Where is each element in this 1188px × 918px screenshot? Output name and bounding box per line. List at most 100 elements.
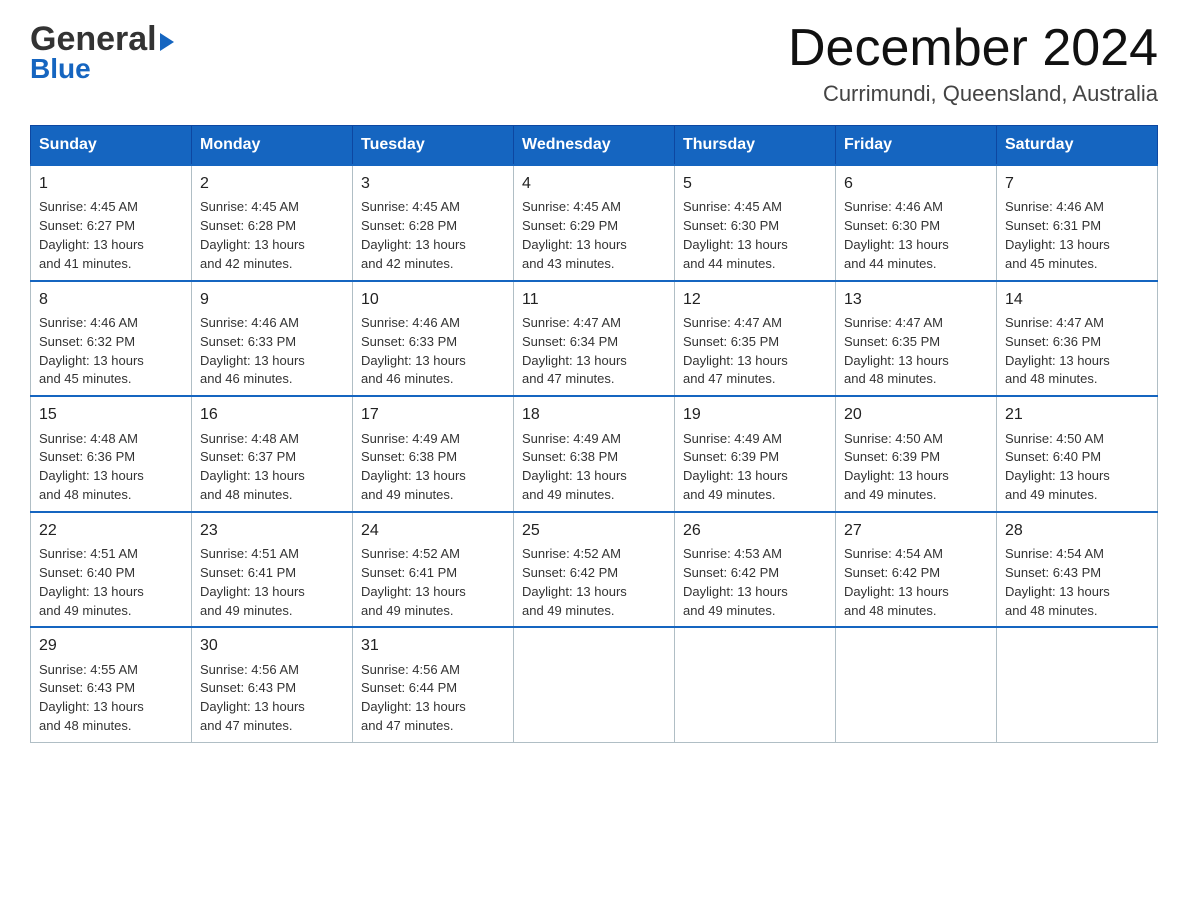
week-row-5: 29 Sunrise: 4:55 AMSunset: 6:43 PMDayligh… [31,627,1158,742]
day-info: Sunrise: 4:53 AMSunset: 6:42 PMDaylight:… [683,546,788,618]
day-number: 31 [361,634,505,657]
calendar-cell: 22 Sunrise: 4:51 AMSunset: 6:40 PMDayligh… [31,512,192,628]
day-number: 13 [844,288,988,311]
day-info: Sunrise: 4:45 AMSunset: 6:29 PMDaylight:… [522,199,627,271]
day-info: Sunrise: 4:51 AMSunset: 6:41 PMDaylight:… [200,546,305,618]
day-info: Sunrise: 4:46 AMSunset: 6:31 PMDaylight:… [1005,199,1110,271]
calendar-cell: 10 Sunrise: 4:46 AMSunset: 6:33 PMDayligh… [353,281,514,397]
day-info: Sunrise: 4:47 AMSunset: 6:35 PMDaylight:… [683,315,788,387]
calendar-cell: 15 Sunrise: 4:48 AMSunset: 6:36 PMDayligh… [31,396,192,512]
calendar-cell: 12 Sunrise: 4:47 AMSunset: 6:35 PMDayligh… [675,281,836,397]
calendar-cell: 13 Sunrise: 4:47 AMSunset: 6:35 PMDayligh… [836,281,997,397]
calendar-cell: 19 Sunrise: 4:49 AMSunset: 6:39 PMDayligh… [675,396,836,512]
day-info: Sunrise: 4:48 AMSunset: 6:37 PMDaylight:… [200,431,305,503]
calendar-cell [675,627,836,742]
day-number: 6 [844,172,988,195]
day-info: Sunrise: 4:49 AMSunset: 6:38 PMDaylight:… [361,431,466,503]
day-number: 27 [844,519,988,542]
weekday-header-tuesday: Tuesday [353,126,514,166]
week-row-4: 22 Sunrise: 4:51 AMSunset: 6:40 PMDayligh… [31,512,1158,628]
calendar-cell: 20Sunrise: 4:50 AMSunset: 6:39 PMDayligh… [836,396,997,512]
day-info: Sunrise: 4:46 AMSunset: 6:30 PMDaylight:… [844,199,949,271]
calendar-cell: 16 Sunrise: 4:48 AMSunset: 6:37 PMDayligh… [192,396,353,512]
day-info: Sunrise: 4:49 AMSunset: 6:39 PMDaylight:… [683,431,788,503]
day-info: Sunrise: 4:47 AMSunset: 6:34 PMDaylight:… [522,315,627,387]
day-number: 28 [1005,519,1149,542]
day-number: 16 [200,403,344,426]
calendar-cell: 7 Sunrise: 4:46 AMSunset: 6:31 PMDaylight… [997,165,1158,281]
calendar-cell [836,627,997,742]
week-row-3: 15 Sunrise: 4:48 AMSunset: 6:36 PMDayligh… [31,396,1158,512]
day-number: 20 [844,403,988,426]
day-number: 25 [522,519,666,542]
day-number: 2 [200,172,344,195]
day-info: Sunrise: 4:46 AMSunset: 6:33 PMDaylight:… [361,315,466,387]
day-number: 5 [683,172,827,195]
weekday-header-saturday: Saturday [997,126,1158,166]
day-info: Sunrise: 4:45 AMSunset: 6:28 PMDaylight:… [361,199,466,271]
day-number: 7 [1005,172,1149,195]
calendar-cell: 29 Sunrise: 4:55 AMSunset: 6:43 PMDayligh… [31,627,192,742]
day-number: 22 [39,519,183,542]
month-title: December 2024 [788,20,1158,77]
day-info: Sunrise: 4:52 AMSunset: 6:41 PMDaylight:… [361,546,466,618]
calendar-cell: 5Sunrise: 4:45 AMSunset: 6:30 PMDaylight… [675,165,836,281]
weekday-header-monday: Monday [192,126,353,166]
calendar-cell: 27 Sunrise: 4:54 AMSunset: 6:42 PMDayligh… [836,512,997,628]
day-info: Sunrise: 4:54 AMSunset: 6:42 PMDaylight:… [844,546,949,618]
day-number: 12 [683,288,827,311]
day-info: Sunrise: 4:51 AMSunset: 6:40 PMDaylight:… [39,546,144,618]
day-info: Sunrise: 4:46 AMSunset: 6:32 PMDaylight:… [39,315,144,387]
calendar-cell: 26 Sunrise: 4:53 AMSunset: 6:42 PMDayligh… [675,512,836,628]
day-info: Sunrise: 4:47 AMSunset: 6:35 PMDaylight:… [844,315,949,387]
day-number: 1 [39,172,183,195]
day-number: 9 [200,288,344,311]
day-number: 15 [39,403,183,426]
day-number: 8 [39,288,183,311]
calendar-cell [514,627,675,742]
day-number: 4 [522,172,666,195]
day-info: Sunrise: 4:47 AMSunset: 6:36 PMDaylight:… [1005,315,1110,387]
day-info: Sunrise: 4:52 AMSunset: 6:42 PMDaylight:… [522,546,627,618]
weekday-header-thursday: Thursday [675,126,836,166]
day-info: Sunrise: 4:49 AMSunset: 6:38 PMDaylight:… [522,431,627,503]
day-number: 29 [39,634,183,657]
day-info: Sunrise: 4:56 AMSunset: 6:43 PMDaylight:… [200,662,305,734]
calendar-table: SundayMondayTuesdayWednesdayThursdayFrid… [30,125,1158,743]
day-number: 26 [683,519,827,542]
calendar-cell: 8 Sunrise: 4:46 AMSunset: 6:32 PMDaylight… [31,281,192,397]
day-info: Sunrise: 4:45 AMSunset: 6:28 PMDaylight:… [200,199,305,271]
logo-arrow-icon [160,33,174,51]
calendar-cell: 9 Sunrise: 4:46 AMSunset: 6:33 PMDaylight… [192,281,353,397]
week-row-1: 1 Sunrise: 4:45 AMSunset: 6:27 PMDaylight… [31,165,1158,281]
day-info: Sunrise: 4:54 AMSunset: 6:43 PMDaylight:… [1005,546,1110,618]
calendar-cell: 28 Sunrise: 4:54 AMSunset: 6:43 PMDayligh… [997,512,1158,628]
day-info: Sunrise: 4:48 AMSunset: 6:36 PMDaylight:… [39,431,144,503]
weekday-header-wednesday: Wednesday [514,126,675,166]
day-number: 10 [361,288,505,311]
logo-blue-text: Blue [30,53,91,85]
calendar-cell: 6 Sunrise: 4:46 AMSunset: 6:30 PMDaylight… [836,165,997,281]
day-info: Sunrise: 4:55 AMSunset: 6:43 PMDaylight:… [39,662,144,734]
calendar-cell: 17 Sunrise: 4:49 AMSunset: 6:38 PMDayligh… [353,396,514,512]
calendar-cell: 24 Sunrise: 4:52 AMSunset: 6:41 PMDayligh… [353,512,514,628]
calendar-cell [997,627,1158,742]
logo-area: General Blue [30,20,174,85]
day-number: 14 [1005,288,1149,311]
day-number: 19 [683,403,827,426]
weekday-header-sunday: Sunday [31,126,192,166]
calendar-cell: 30 Sunrise: 4:56 AMSunset: 6:43 PMDayligh… [192,627,353,742]
day-number: 30 [200,634,344,657]
day-number: 17 [361,403,505,426]
day-number: 24 [361,519,505,542]
calendar-cell: 2 Sunrise: 4:45 AMSunset: 6:28 PMDaylight… [192,165,353,281]
calendar-cell: 21Sunrise: 4:50 AMSunset: 6:40 PMDayligh… [997,396,1158,512]
day-number: 18 [522,403,666,426]
calendar-cell: 23 Sunrise: 4:51 AMSunset: 6:41 PMDayligh… [192,512,353,628]
day-number: 23 [200,519,344,542]
title-area: December 2024 Currimundi, Queensland, Au… [788,20,1158,107]
day-info: Sunrise: 4:45 AMSunset: 6:27 PMDaylight:… [39,199,144,271]
page-header: General Blue December 2024 Currimundi, Q… [30,20,1158,107]
calendar-cell: 1 Sunrise: 4:45 AMSunset: 6:27 PMDaylight… [31,165,192,281]
day-info: Sunrise: 4:46 AMSunset: 6:33 PMDaylight:… [200,315,305,387]
